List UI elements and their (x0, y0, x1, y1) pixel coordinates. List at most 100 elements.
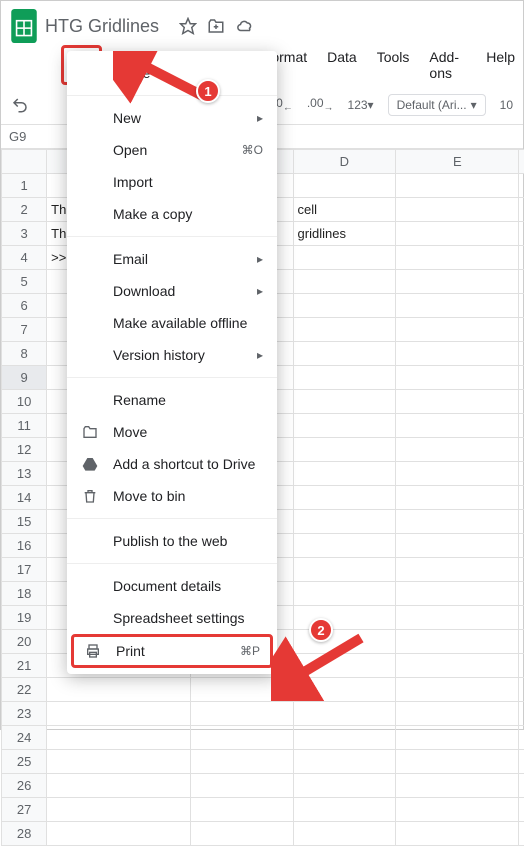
increase-decimal[interactable]: .00→ (307, 96, 334, 113)
menu-data[interactable]: Data (319, 45, 365, 85)
cell[interactable] (396, 750, 519, 774)
cell[interactable] (293, 462, 396, 486)
row-header[interactable]: 6 (2, 294, 47, 318)
cell[interactable] (519, 654, 524, 678)
row-header[interactable]: 26 (2, 774, 47, 798)
move-folder-icon[interactable] (207, 17, 225, 35)
cell[interactable] (519, 534, 524, 558)
cell[interactable] (293, 366, 396, 390)
cell[interactable] (396, 822, 519, 846)
cell[interactable] (293, 558, 396, 582)
cell[interactable]: cell (293, 198, 396, 222)
row-header[interactable]: 23 (2, 702, 47, 726)
cloud-icon[interactable] (235, 17, 255, 35)
cell[interactable] (47, 678, 191, 702)
cell[interactable] (519, 462, 524, 486)
cell[interactable] (519, 246, 524, 270)
cell[interactable] (293, 270, 396, 294)
row-header[interactable]: 14 (2, 486, 47, 510)
menu-offline[interactable]: Make available offline (67, 307, 277, 339)
menu-open[interactable]: Open⌘O (67, 134, 277, 166)
cell[interactable] (396, 414, 519, 438)
format-number[interactable]: 123▾ (348, 98, 374, 112)
menu-rename[interactable]: Rename (67, 384, 277, 416)
cell[interactable] (519, 270, 524, 294)
cell[interactable] (519, 318, 524, 342)
cell[interactable]: gridlines (293, 222, 396, 246)
cell[interactable] (396, 342, 519, 366)
cell[interactable] (396, 774, 519, 798)
row-header[interactable]: 3 (2, 222, 47, 246)
row-header[interactable]: 7 (2, 318, 47, 342)
row-header[interactable]: 11 (2, 414, 47, 438)
row-header[interactable]: 19 (2, 606, 47, 630)
cell[interactable] (519, 486, 524, 510)
name-box[interactable]: G9 (9, 129, 53, 144)
cell[interactable] (396, 294, 519, 318)
cell[interactable] (190, 774, 293, 798)
cell[interactable] (47, 774, 191, 798)
doc-title[interactable]: HTG Gridlines (45, 16, 159, 37)
cell[interactable] (519, 294, 524, 318)
row-header[interactable]: 27 (2, 798, 47, 822)
row-header[interactable]: 28 (2, 822, 47, 846)
cell[interactable] (396, 366, 519, 390)
cell[interactable] (396, 678, 519, 702)
cell[interactable] (293, 414, 396, 438)
cell[interactable] (396, 558, 519, 582)
cell[interactable] (519, 822, 524, 846)
cell[interactable] (396, 630, 519, 654)
cell[interactable] (396, 438, 519, 462)
cell[interactable] (293, 174, 396, 198)
menu-help[interactable]: Help (478, 45, 523, 85)
row-header[interactable]: 24 (2, 726, 47, 750)
menu-import[interactable]: Import (67, 166, 277, 198)
cell[interactable] (519, 678, 524, 702)
menu-settings[interactable]: Spreadsheet settings (67, 602, 277, 634)
menu-version[interactable]: Version history▸ (67, 339, 277, 371)
menu-tools[interactable]: Tools (369, 45, 418, 85)
cell[interactable] (396, 270, 519, 294)
font-size[interactable]: 10 (500, 98, 513, 112)
row-header[interactable]: 16 (2, 534, 47, 558)
cell[interactable] (519, 222, 524, 246)
cell[interactable] (47, 750, 191, 774)
cell[interactable] (293, 750, 396, 774)
row-header[interactable]: 5 (2, 270, 47, 294)
cell[interactable] (396, 198, 519, 222)
cell[interactable] (190, 726, 293, 750)
cell[interactable] (519, 438, 524, 462)
cell[interactable] (396, 246, 519, 270)
cell[interactable] (293, 774, 396, 798)
cell[interactable] (519, 606, 524, 630)
menu-bin[interactable]: Move to bin (67, 480, 277, 512)
cell[interactable] (519, 342, 524, 366)
menu-move[interactable]: Move (67, 416, 277, 448)
cell[interactable] (190, 750, 293, 774)
menu-publish[interactable]: Publish to the web (67, 525, 277, 557)
cell[interactable] (293, 726, 396, 750)
cell[interactable] (396, 318, 519, 342)
row-header[interactable]: 10 (2, 390, 47, 414)
cell[interactable] (396, 582, 519, 606)
cell[interactable] (396, 534, 519, 558)
cell[interactable] (519, 582, 524, 606)
row-header[interactable]: 18 (2, 582, 47, 606)
cell[interactable] (519, 798, 524, 822)
cell[interactable] (396, 702, 519, 726)
col-header[interactable] (2, 150, 47, 174)
cell[interactable] (519, 390, 524, 414)
menu-make-copy[interactable]: Make a copy (67, 198, 277, 230)
cell[interactable] (47, 822, 191, 846)
cell[interactable] (293, 510, 396, 534)
cell[interactable] (519, 774, 524, 798)
cell[interactable] (519, 510, 524, 534)
row-header[interactable]: 20 (2, 630, 47, 654)
menu-download[interactable]: Download▸ (67, 275, 277, 307)
row-header[interactable]: 15 (2, 510, 47, 534)
row-header[interactable]: 17 (2, 558, 47, 582)
cell[interactable] (396, 174, 519, 198)
cell[interactable] (519, 750, 524, 774)
cell[interactable] (293, 582, 396, 606)
row-header[interactable]: 9 (2, 366, 47, 390)
